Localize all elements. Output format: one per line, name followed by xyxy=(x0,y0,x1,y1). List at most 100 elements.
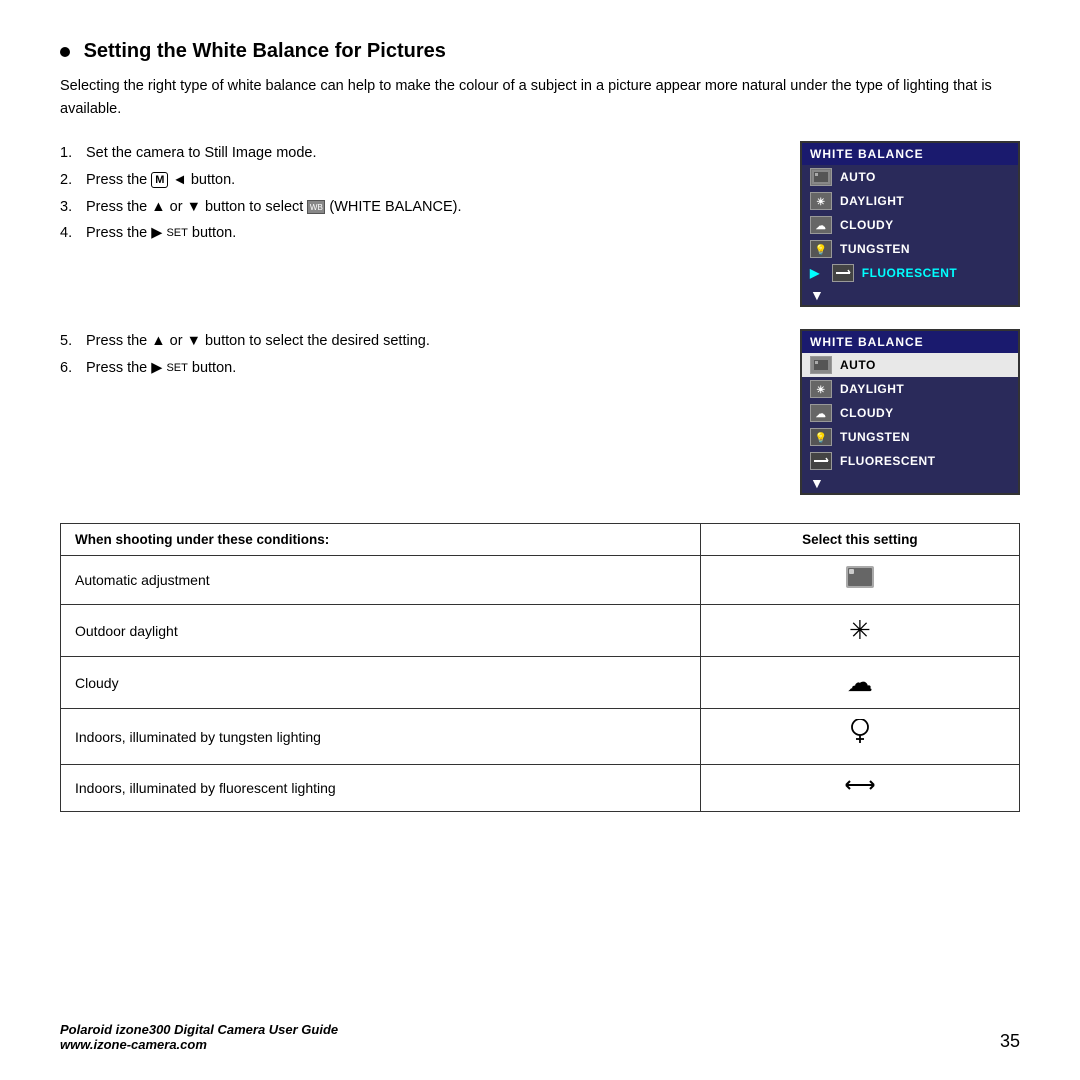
svg-text:☀: ☀ xyxy=(816,197,825,208)
bullet-point xyxy=(60,47,70,57)
condition-4: Indoors, illuminated by tungsten lightin… xyxy=(61,709,701,765)
footer-website: www.izone-camera.com xyxy=(60,1037,338,1052)
down-arrow-1: ▼ xyxy=(810,287,824,303)
steps-section-2: 5. Press the ▲ or ▼ button to select the… xyxy=(60,329,1020,495)
table-row: Cloudy ☁ xyxy=(61,657,1020,709)
icon-3: ☁ xyxy=(700,657,1019,709)
menu-2-row-auto: AUTO xyxy=(802,353,1018,377)
menu-right-arrow: ▶ xyxy=(810,266,820,280)
menu-2-icon-daylight: ☀ xyxy=(810,380,832,398)
step-4-text: Press the ▶ SET button. xyxy=(86,221,236,246)
step-2-text: Press the M ◄ button. xyxy=(86,168,235,193)
down-arrow-2: ▼ xyxy=(810,475,824,491)
step-3-num: 3. xyxy=(60,195,80,220)
menu-1-header: WHITE BALANCE xyxy=(802,143,1018,165)
footer: Polaroid izone300 Digital Camera User Gu… xyxy=(60,1022,1020,1052)
conditions-table: When shooting under these conditions: Se… xyxy=(60,523,1020,812)
icon-5 xyxy=(700,765,1019,812)
menu-1-arrow-row: ▼ xyxy=(802,285,1018,305)
step-1-num: 1. xyxy=(60,141,80,166)
menu-1-row-cloudy: ☁ CLOUDY xyxy=(802,213,1018,237)
footer-brand: Polaroid izone300 Digital Camera User Gu… xyxy=(60,1022,338,1037)
table-row: Outdoor daylight ✳ xyxy=(61,605,1020,657)
step-5: 5. Press the ▲ or ▼ button to select the… xyxy=(60,329,790,354)
menu-2-auto-label: AUTO xyxy=(840,358,876,372)
menu-1-cloudy-label: CLOUDY xyxy=(840,218,894,232)
step-4-num: 4. xyxy=(60,221,80,246)
menu-2-icon-fluorescent xyxy=(810,452,832,470)
icon-4 xyxy=(700,709,1019,765)
steps-5-6: 5. Press the ▲ or ▼ button to select the… xyxy=(60,329,790,382)
menu-icon-fluorescent xyxy=(832,264,854,282)
menu-icon-tungsten: 💡 xyxy=(810,240,832,258)
menu-2-icon-tungsten: 💡 xyxy=(810,428,832,446)
table-row: Indoors, illuminated by fluorescent ligh… xyxy=(61,765,1020,812)
menu-2-body: AUTO ☀ DAYLIGHT ☁ CLOUDY xyxy=(802,353,1018,473)
camera-menu-2: WHITE BALANCE AUTO ☀ DAYLIGHT xyxy=(800,329,1020,495)
menu-1-tungsten-label: TUNGSTEN xyxy=(840,242,910,256)
wb-icon: WB xyxy=(307,200,325,214)
white-balance-menu-1: WHITE BALANCE AUTO ☀ DAYLIGHT xyxy=(800,141,1020,307)
menu-1-row-tungsten: 💡 TUNGSTEN xyxy=(802,237,1018,261)
menu-2-icon-cloudy: ☁ xyxy=(810,404,832,422)
menu-1-fluorescent-label: FLUORESCENT xyxy=(862,266,958,280)
menu-icon-daylight: ☀ xyxy=(810,192,832,210)
footer-page-num: 35 xyxy=(1000,1031,1020,1052)
step-6-text: Press the ▶ SET button. xyxy=(86,356,236,381)
white-balance-menu-2: WHITE BALANCE AUTO ☀ DAYLIGHT xyxy=(800,329,1020,495)
table-col2-header: Select this setting xyxy=(700,524,1019,556)
svg-text:💡: 💡 xyxy=(815,431,828,444)
menu-icon-auto xyxy=(810,168,832,186)
step-list-1: 1. Set the camera to Still Image mode. 2… xyxy=(60,141,790,246)
menu-1-row-auto: AUTO xyxy=(802,165,1018,189)
intro-paragraph: Selecting the right type of white balanc… xyxy=(60,75,1020,121)
step-1-text: Set the camera to Still Image mode. xyxy=(86,141,317,166)
step-3: 3. Press the ▲ or ▼ button to select WB … xyxy=(60,195,790,220)
step-3-text: Press the ▲ or ▼ button to select WB (WH… xyxy=(86,195,462,220)
step-5-num: 5. xyxy=(60,329,80,354)
menu-1-auto-label: AUTO xyxy=(840,170,876,184)
condition-5: Indoors, illuminated by fluorescent ligh… xyxy=(61,765,701,812)
menu-2-row-daylight: ☀ DAYLIGHT xyxy=(802,377,1018,401)
steps-1-4: 1. Set the camera to Still Image mode. 2… xyxy=(60,141,790,248)
table-col1-header: When shooting under these conditions: xyxy=(61,524,701,556)
step-4: 4. Press the ▶ SET button. xyxy=(60,221,790,246)
menu-2-row-cloudy: ☁ CLOUDY xyxy=(802,401,1018,425)
condition-1: Automatic adjustment xyxy=(61,556,701,605)
step-2: 2. Press the M ◄ button. xyxy=(60,168,790,193)
page: Setting the White Balance for Pictures S… xyxy=(0,0,1080,1080)
menu-2-arrow-row: ▼ xyxy=(802,473,1018,493)
step-5-text: Press the ▲ or ▼ button to select the de… xyxy=(86,329,430,354)
menu-icon-cloudy: ☁ xyxy=(810,216,832,234)
svg-text:☁: ☁ xyxy=(816,409,827,420)
camera-menu-1: WHITE BALANCE AUTO ☀ DAYLIGHT xyxy=(800,141,1020,307)
menu-1-daylight-label: DAYLIGHT xyxy=(840,194,904,208)
condition-2: Outdoor daylight xyxy=(61,605,701,657)
menu-2-row-fluorescent: FLUORESCENT xyxy=(802,449,1018,473)
menu-2-cloudy-label: CLOUDY xyxy=(840,406,894,420)
m-key: M xyxy=(151,172,168,188)
icon-1 xyxy=(700,556,1019,605)
menu-2-daylight-label: DAYLIGHT xyxy=(840,382,904,396)
svg-text:☁: ☁ xyxy=(816,221,827,232)
svg-text:☀: ☀ xyxy=(816,385,825,396)
table-row: Indoors, illuminated by tungsten lightin… xyxy=(61,709,1020,765)
menu-2-header: WHITE BALANCE xyxy=(802,331,1018,353)
menu-1-body: AUTO ☀ DAYLIGHT ☁ CLOUDY xyxy=(802,165,1018,285)
step-list-2: 5. Press the ▲ or ▼ button to select the… xyxy=(60,329,790,380)
menu-2-row-tungsten: 💡 TUNGSTEN xyxy=(802,425,1018,449)
step-2-num: 2. xyxy=(60,168,80,193)
menu-2-icon-auto xyxy=(810,356,832,374)
svg-text:💡: 💡 xyxy=(815,243,828,256)
title-text: Setting the White Balance for Pictures xyxy=(84,40,446,62)
icon-2: ✳ xyxy=(700,605,1019,657)
steps-section-1: 1. Set the camera to Still Image mode. 2… xyxy=(60,141,1020,307)
menu-2-tungsten-label: TUNGSTEN xyxy=(840,430,910,444)
condition-3: Cloudy xyxy=(61,657,701,709)
step-1: 1. Set the camera to Still Image mode. xyxy=(60,141,790,166)
menu-1-row-daylight: ☀ DAYLIGHT xyxy=(802,189,1018,213)
footer-left: Polaroid izone300 Digital Camera User Gu… xyxy=(60,1022,338,1052)
section-title: Setting the White Balance for Pictures xyxy=(60,40,1020,63)
table-row: Automatic adjustment xyxy=(61,556,1020,605)
menu-2-fluorescent-label: FLUORESCENT xyxy=(840,454,936,468)
